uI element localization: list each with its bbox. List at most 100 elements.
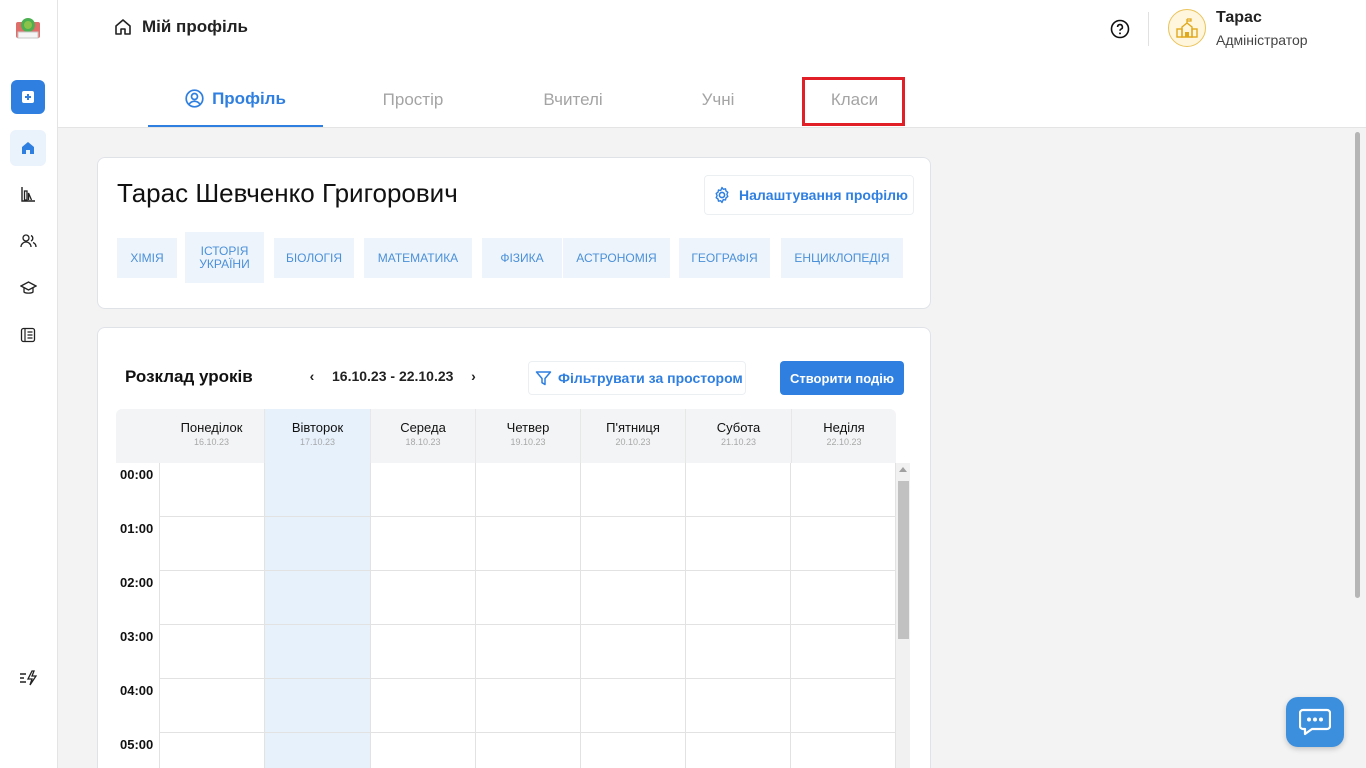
page-scrollbar[interactable]: [1355, 132, 1360, 598]
sidebar-item-home[interactable]: [10, 130, 46, 166]
profile-settings-button[interactable]: Налаштування профілю: [704, 175, 914, 215]
subject-chip[interactable]: Історія України: [185, 232, 264, 283]
day-name: Середа: [400, 420, 446, 435]
avatar[interactable]: [1168, 9, 1206, 47]
help-icon: [1110, 19, 1130, 39]
tab-teachers[interactable]: Вчителі: [503, 72, 643, 127]
grid-line: [159, 463, 160, 768]
grid-line: [370, 463, 371, 768]
tab-profile-label: Профіль: [212, 88, 286, 108]
grid-line: [264, 463, 265, 768]
day-header[interactable]: Неділя 22.10.23: [791, 409, 896, 463]
tab-space-label: Простір: [382, 89, 444, 109]
sidebar-item-automation[interactable]: [10, 660, 46, 696]
subject-chip[interactable]: Фізика: [482, 238, 562, 278]
app-logo[interactable]: [14, 14, 42, 42]
help-button[interactable]: [1110, 19, 1130, 39]
schedule-grid[interactable]: 00:00 01:00 02:00 03:00 04:00 05:00: [116, 463, 896, 768]
day-header[interactable]: Середа 18.10.23: [370, 409, 475, 463]
day-date: 18.10.23: [405, 437, 441, 447]
subject-chip[interactable]: Географія: [679, 238, 770, 278]
filter-by-space-button[interactable]: Фільтрувати за простором: [528, 361, 746, 395]
day-header[interactable]: Четвер 19.10.23: [475, 409, 580, 463]
grid-line: [475, 463, 476, 768]
sidebar-item-statistics[interactable]: [10, 176, 46, 212]
breadcrumb-label: Мій профіль: [142, 17, 248, 36]
journal-icon: [20, 327, 36, 343]
scrollbar-thumb[interactable]: [898, 481, 909, 639]
filter-label: Фільтрувати за простором: [558, 370, 743, 386]
hour-label: 04:00: [120, 683, 154, 698]
users-icon: [19, 234, 37, 248]
tab-classes[interactable]: Класи: [805, 72, 904, 127]
subject-chip[interactable]: Хімія: [117, 238, 177, 278]
tab-teachers-label: Вчителі: [543, 89, 603, 109]
day-date: 21.10.23: [720, 437, 757, 447]
day-header-today[interactable]: Вівторок 17.10.23: [264, 409, 370, 463]
week-header: Понеділок 16.10.23 Вівторок 17.10.23 Серед…: [116, 409, 896, 463]
hour-label: 00:00: [120, 467, 154, 482]
day-date: 22.10.23: [826, 437, 862, 447]
grid-line: [159, 516, 896, 517]
breadcrumb[interactable]: Мій профіль: [114, 17, 248, 37]
header-divider: [1148, 12, 1149, 46]
grid-line: [159, 570, 896, 571]
home-icon: [115, 19, 131, 35]
chart-icon: [21, 187, 35, 202]
day-name: Вівторок: [291, 420, 344, 435]
home-icon: [22, 142, 34, 154]
day-header[interactable]: Субота 21.10.23: [685, 409, 791, 463]
subject-chip[interactable]: Математика: [364, 238, 472, 278]
schedule-scrollbar[interactable]: [896, 463, 910, 768]
subject-chip[interactable]: Біологія: [274, 238, 354, 278]
tab-students[interactable]: Учні: [663, 72, 773, 127]
graduation-icon: [19, 281, 37, 294]
grid-line: [580, 463, 581, 768]
profile-settings-label: Налаштування профілю: [739, 187, 908, 203]
sidebar-item-journal[interactable]: [10, 317, 46, 353]
tab-space[interactable]: Простір: [343, 72, 483, 127]
automation-icon: [20, 670, 37, 686]
grid-line: [159, 732, 896, 733]
tab-profile[interactable]: Профіль: [148, 72, 323, 127]
sidebar-item-classes[interactable]: [10, 270, 46, 306]
day-name: П'ятниця: [606, 420, 660, 435]
scroll-up-arrow-icon[interactable]: [899, 467, 907, 472]
today-column: [264, 463, 370, 768]
next-week-button[interactable]: ›: [467, 368, 479, 384]
prev-week-button[interactable]: ‹: [306, 368, 318, 384]
profile-card: Тарас Шевченко Григорович Налаштування п…: [97, 157, 931, 309]
chat-button[interactable]: [1286, 697, 1344, 747]
gear-icon: [715, 186, 729, 204]
day-name: Четвер: [506, 420, 550, 435]
subject-chip[interactable]: Енциклопедія: [781, 238, 903, 278]
day-date: 19.10.23: [510, 437, 546, 447]
add-button[interactable]: [11, 80, 45, 114]
profile-full-name: Тарас Шевченко Григорович: [117, 178, 458, 208]
schedule-card: Розклад уроків ‹ 16.10.23 - 22.10.23 › Ф…: [97, 327, 931, 768]
day-header[interactable]: П'ятниця 20.10.23: [580, 409, 685, 463]
grid-line: [159, 678, 896, 679]
tab-students-label: Учні: [701, 89, 735, 109]
date-range: 16.10.23 - 22.10.23: [332, 368, 454, 384]
add-icon: [22, 91, 34, 103]
date-navigator: ‹ 16.10.23 - 22.10.23 ›: [306, 368, 479, 384]
day-name: Субота: [716, 420, 761, 435]
hour-label: 02:00: [120, 575, 154, 590]
day-date: 20.10.23: [615, 437, 651, 447]
hour-label: 03:00: [120, 629, 154, 644]
grid-line: [685, 463, 686, 768]
top-header: Мій профіль Тарас Адміністратор Профіль …: [58, 0, 1366, 128]
day-header[interactable]: Понеділок 16.10.23: [159, 409, 264, 463]
sidebar: [0, 0, 58, 768]
grid-line: [790, 463, 791, 768]
user-role: Адміністратор: [1216, 32, 1308, 48]
sidebar-item-users[interactable]: [10, 223, 46, 259]
tab-classes-label: Класи: [830, 89, 879, 109]
chat-icon: [1299, 708, 1331, 736]
user-name[interactable]: Тарас: [1216, 9, 1262, 27]
grid-line: [159, 624, 896, 625]
user-circle-icon: [185, 89, 204, 108]
subject-chip[interactable]: Астрономія: [563, 238, 670, 278]
create-event-button[interactable]: Створити подію: [780, 361, 904, 395]
